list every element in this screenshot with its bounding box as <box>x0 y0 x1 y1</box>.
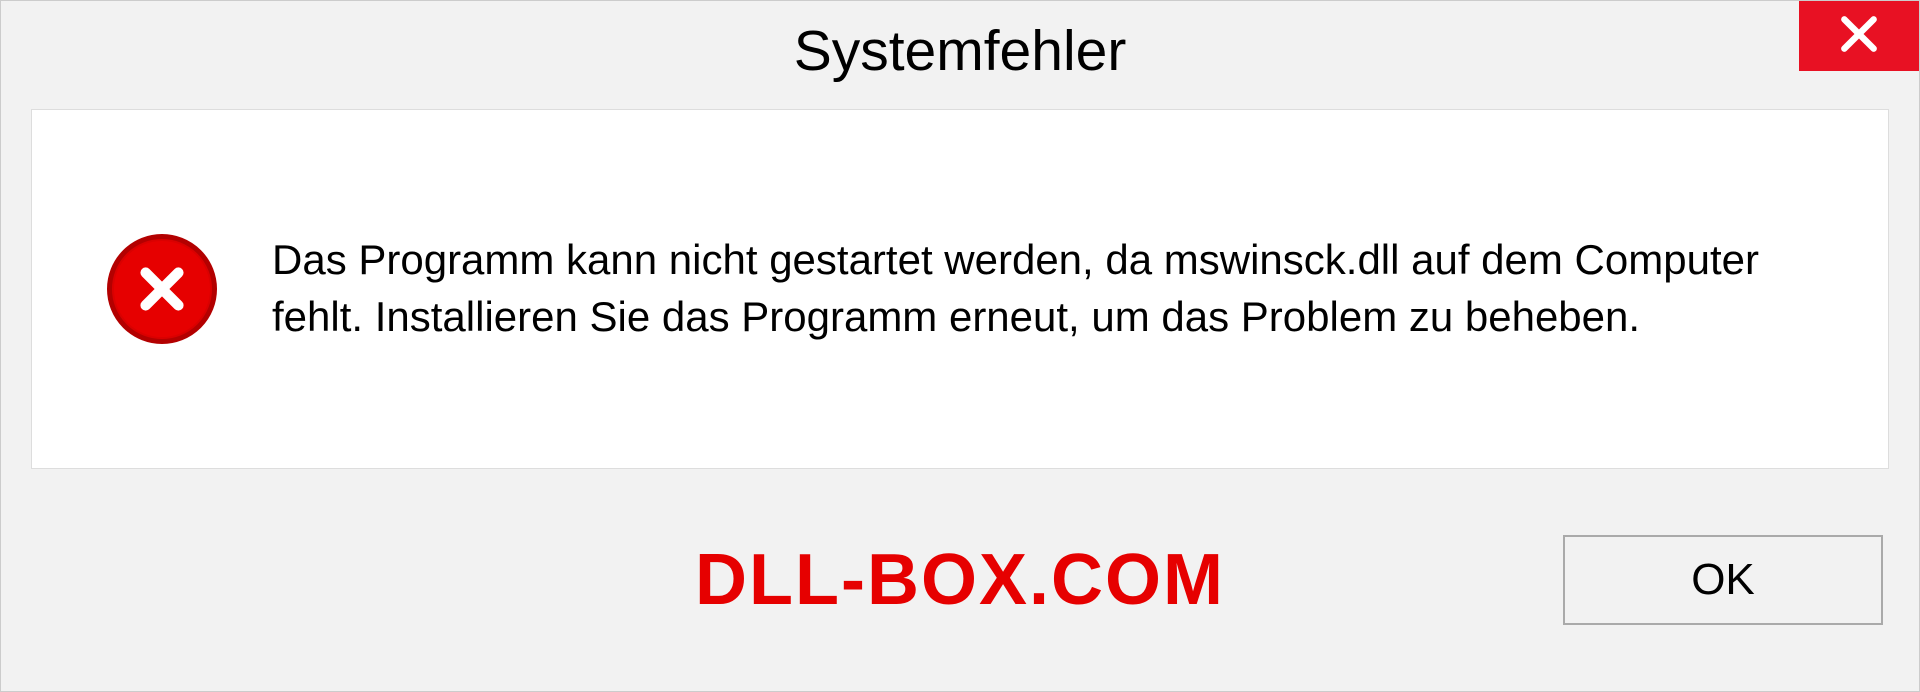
close-icon <box>1837 12 1881 61</box>
close-button[interactable] <box>1799 1 1919 71</box>
error-dialog: Systemfehler Das Programm kann nicht ges… <box>0 0 1920 692</box>
dialog-title: Systemfehler <box>794 18 1127 84</box>
error-message: Das Programm kann nicht gestartet werden… <box>272 232 1848 345</box>
watermark-text: DLL-BOX.COM <box>695 539 1225 621</box>
footer: DLL-BOX.COM OK <box>1 469 1919 691</box>
ok-button[interactable]: OK <box>1563 535 1883 625</box>
content-panel: Das Programm kann nicht gestartet werden… <box>31 109 1889 469</box>
error-icon <box>102 229 222 349</box>
titlebar: Systemfehler <box>1 1 1919 101</box>
